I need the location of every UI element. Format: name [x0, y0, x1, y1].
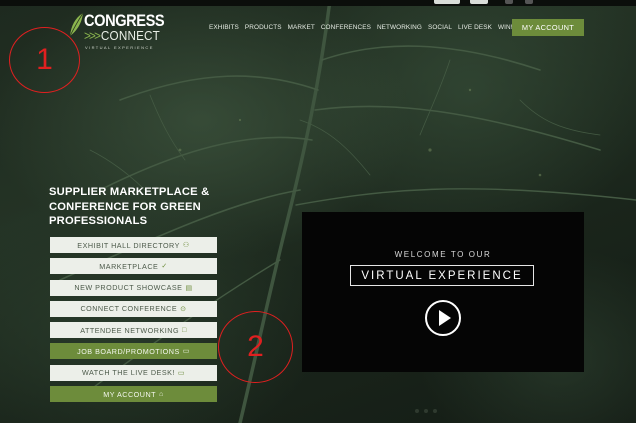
quick-links-menu: EXHIBIT HALL DIRECTORY ⚇ MARKETPLACE ✓ N… — [50, 237, 217, 407]
menu-item-label: CONNECT CONFERENCE — [80, 304, 178, 314]
carousel-dots — [415, 409, 437, 413]
menu-item-label: EXHIBIT HALL DIRECTORY — [77, 240, 180, 250]
hero-headline: SUPPLIER MARKETPLACE & CONFERENCE FOR GR… — [49, 186, 210, 227]
logo-line-2: >>> CONNECT — [84, 28, 160, 43]
menu-item-label: WATCH THE LIVE DESK! — [81, 368, 175, 378]
lock-icon: ⌂ — [159, 390, 164, 398]
main-nav: EXHIBITS PRODUCTS MARKET CONFERENCES NET… — [209, 24, 519, 31]
nav-item-market[interactable]: MARKET — [288, 24, 315, 31]
carousel-dot[interactable] — [424, 409, 428, 413]
video-icon: ▭ — [177, 369, 186, 377]
nav-item-products[interactable]: PRODUCTS — [245, 24, 282, 31]
chat-icon: □ — [182, 326, 187, 334]
menu-item-new-product-showcase[interactable]: NEW PRODUCT SHOWCASE ▤ — [50, 279, 217, 296]
logo-line-2-text: CONNECT — [100, 28, 161, 43]
menu-item-label: MY ACCOUNT — [103, 389, 157, 399]
play-icon[interactable] — [425, 300, 461, 336]
menu-item-watch-live-desk[interactable]: WATCH THE LIVE DESK! ▭ — [50, 364, 217, 381]
menu-item-label: JOB BOARD/PROMOTIONS — [77, 346, 180, 356]
browser-tab-marker[interactable] — [434, 0, 460, 4]
menu-item-label: NEW PRODUCT SHOWCASE — [74, 283, 183, 293]
carousel-dot[interactable] — [415, 409, 419, 413]
nav-item-win[interactable]: WIN! — [498, 24, 513, 31]
nav-item-networking[interactable]: NETWORKING — [377, 24, 422, 31]
video-title: VIRTUAL EXPERIENCE — [350, 265, 534, 286]
welcome-video-player[interactable]: WELCOME TO OUR VIRTUAL EXPERIENCE — [302, 212, 584, 372]
video-kicker: WELCOME TO OUR — [394, 250, 492, 259]
browser-tab-marker[interactable] — [525, 0, 533, 4]
logo-tagline: VIRTUAL EXPERIENCE — [85, 45, 154, 50]
check-icon: ✓ — [161, 263, 168, 271]
nav-item-live-desk[interactable]: LIVE DESK — [458, 24, 492, 31]
menu-item-attendee-networking[interactable]: ATTENDEE NETWORKING □ — [50, 322, 217, 339]
message-icon: ▭ — [182, 348, 190, 356]
menu-item-exhibit-hall-directory[interactable]: EXHIBIT HALL DIRECTORY ⚇ — [50, 237, 217, 253]
logo-chevrons: >>> — [84, 28, 101, 43]
showcase-icon: ▤ — [185, 284, 193, 292]
carousel-dot[interactable] — [433, 409, 437, 413]
menu-item-label: MARKETPLACE — [99, 261, 159, 271]
play-triangle — [439, 310, 451, 326]
menu-item-marketplace[interactable]: MARKETPLACE ✓ — [50, 258, 217, 275]
people-icon: ⚇ — [182, 242, 190, 249]
menu-item-job-board-promotions[interactable]: JOB BOARD/PROMOTIONS ▭ — [50, 343, 217, 360]
nav-item-social[interactable]: SOCIAL — [428, 24, 452, 31]
nav-item-conferences[interactable]: CONFERENCES — [321, 24, 371, 31]
menu-item-my-account[interactable]: MY ACCOUNT ⌂ — [50, 386, 217, 403]
congress-connect-logo[interactable]: CONGRESS >>> CONNECT VIRTUAL EXPERIENCE — [68, 10, 165, 50]
browser-tab-marker[interactable] — [505, 0, 513, 4]
menu-item-connect-conference[interactable]: CONNECT CONFERENCE ⊙ — [50, 300, 217, 317]
annotation-circle-1: 1 — [9, 27, 80, 93]
annotation-circle-2: 2 — [218, 311, 293, 383]
my-account-button[interactable]: MY ACCOUNT — [512, 19, 584, 36]
browser-top-strip — [0, 0, 636, 6]
page-background: CONGRESS >>> CONNECT VIRTUAL EXPERIENCE E… — [0, 0, 636, 423]
nav-item-exhibits[interactable]: EXHIBITS — [209, 24, 239, 31]
browser-tab-marker[interactable] — [470, 0, 488, 4]
menu-item-label: ATTENDEE NETWORKING — [80, 325, 180, 335]
play-circle-icon: ⊙ — [180, 305, 187, 313]
